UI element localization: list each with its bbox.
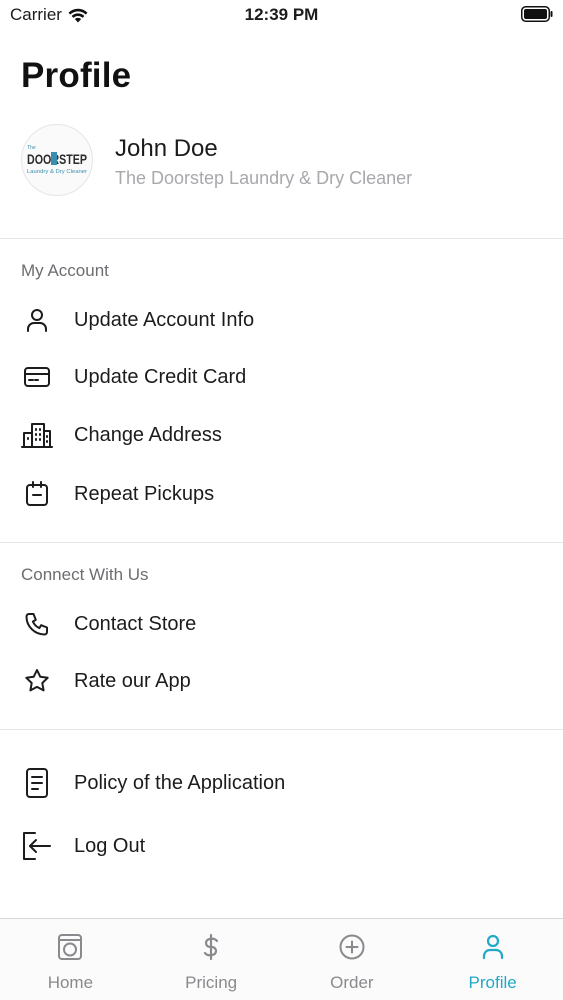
section-label-my-account: My Account xyxy=(21,261,109,280)
tab-label: Order xyxy=(330,973,374,992)
menu-label: Repeat Pickups xyxy=(74,482,215,505)
page-title: Profile xyxy=(21,56,132,95)
phone-icon xyxy=(21,608,53,640)
menu-item-change-address[interactable]: Change Address xyxy=(0,410,563,460)
menu-label: Policy of the Application xyxy=(74,771,286,794)
star-icon xyxy=(21,665,53,697)
calendar-icon xyxy=(21,478,53,510)
person-icon xyxy=(21,304,53,336)
menu-item-contact-store[interactable]: Contact Store xyxy=(0,599,563,649)
dollar-icon xyxy=(141,933,282,961)
tab-order[interactable]: Order xyxy=(282,919,423,1000)
menu-label: Log Out xyxy=(74,834,146,857)
menu-label: Rate our App xyxy=(74,669,191,692)
status-bar: Carrier 12:39 PM xyxy=(0,0,563,30)
menu-item-log-out[interactable]: Log Out xyxy=(0,821,563,871)
profile-card: The DOORSTEP Laundry & Dry Cleaner John … xyxy=(21,124,541,196)
menu-label: Contact Store xyxy=(74,612,197,635)
menu-label: Update Credit Card xyxy=(74,365,247,388)
tab-label: Pricing xyxy=(185,973,238,992)
status-time: 12:39 PM xyxy=(244,5,319,24)
menu-item-rate-app[interactable]: Rate our App xyxy=(0,656,563,706)
svg-text:Laundry & Dry Cleaner: Laundry & Dry Cleaner xyxy=(27,169,87,175)
divider xyxy=(0,542,563,543)
menu-item-policy[interactable]: Policy of the Application xyxy=(0,758,563,808)
menu-item-update-credit-card[interactable]: Update Credit Card xyxy=(0,352,563,402)
menu-label: Change Address xyxy=(74,423,222,446)
menu-item-update-account-info[interactable]: Update Account Info xyxy=(0,295,563,345)
section-label-connect: Connect With Us xyxy=(21,565,149,584)
person-icon xyxy=(422,933,563,961)
plus-circle-icon xyxy=(282,933,423,961)
washer-icon xyxy=(0,933,141,961)
logout-icon xyxy=(21,830,53,862)
buildings-icon xyxy=(21,419,53,451)
tab-label: Home xyxy=(47,973,94,992)
divider xyxy=(0,729,563,730)
doorstep-logo: The DOORSTEP Laundry & Dry Cleaner xyxy=(27,145,87,175)
tab-label: Profile xyxy=(468,973,517,992)
menu-item-repeat-pickups[interactable]: Repeat Pickups xyxy=(0,469,563,519)
tab-bar: Home Pricing Order Profile xyxy=(0,918,563,1000)
profile-name: John Doe xyxy=(115,135,218,162)
store-logo-avatar: The DOORSTEP Laundry & Dry Cleaner xyxy=(21,124,93,196)
divider xyxy=(0,238,563,239)
profile-store-name: The Doorstep Laundry & Dry Cleaner xyxy=(115,168,413,188)
tab-pricing[interactable]: Pricing xyxy=(141,919,282,1000)
menu-label: Update Account Info xyxy=(74,308,255,331)
battery-icon xyxy=(521,6,553,22)
document-icon xyxy=(21,767,53,799)
tab-profile[interactable]: Profile xyxy=(422,919,563,1000)
tab-home[interactable]: Home xyxy=(0,919,141,1000)
credit-card-icon xyxy=(21,361,53,393)
